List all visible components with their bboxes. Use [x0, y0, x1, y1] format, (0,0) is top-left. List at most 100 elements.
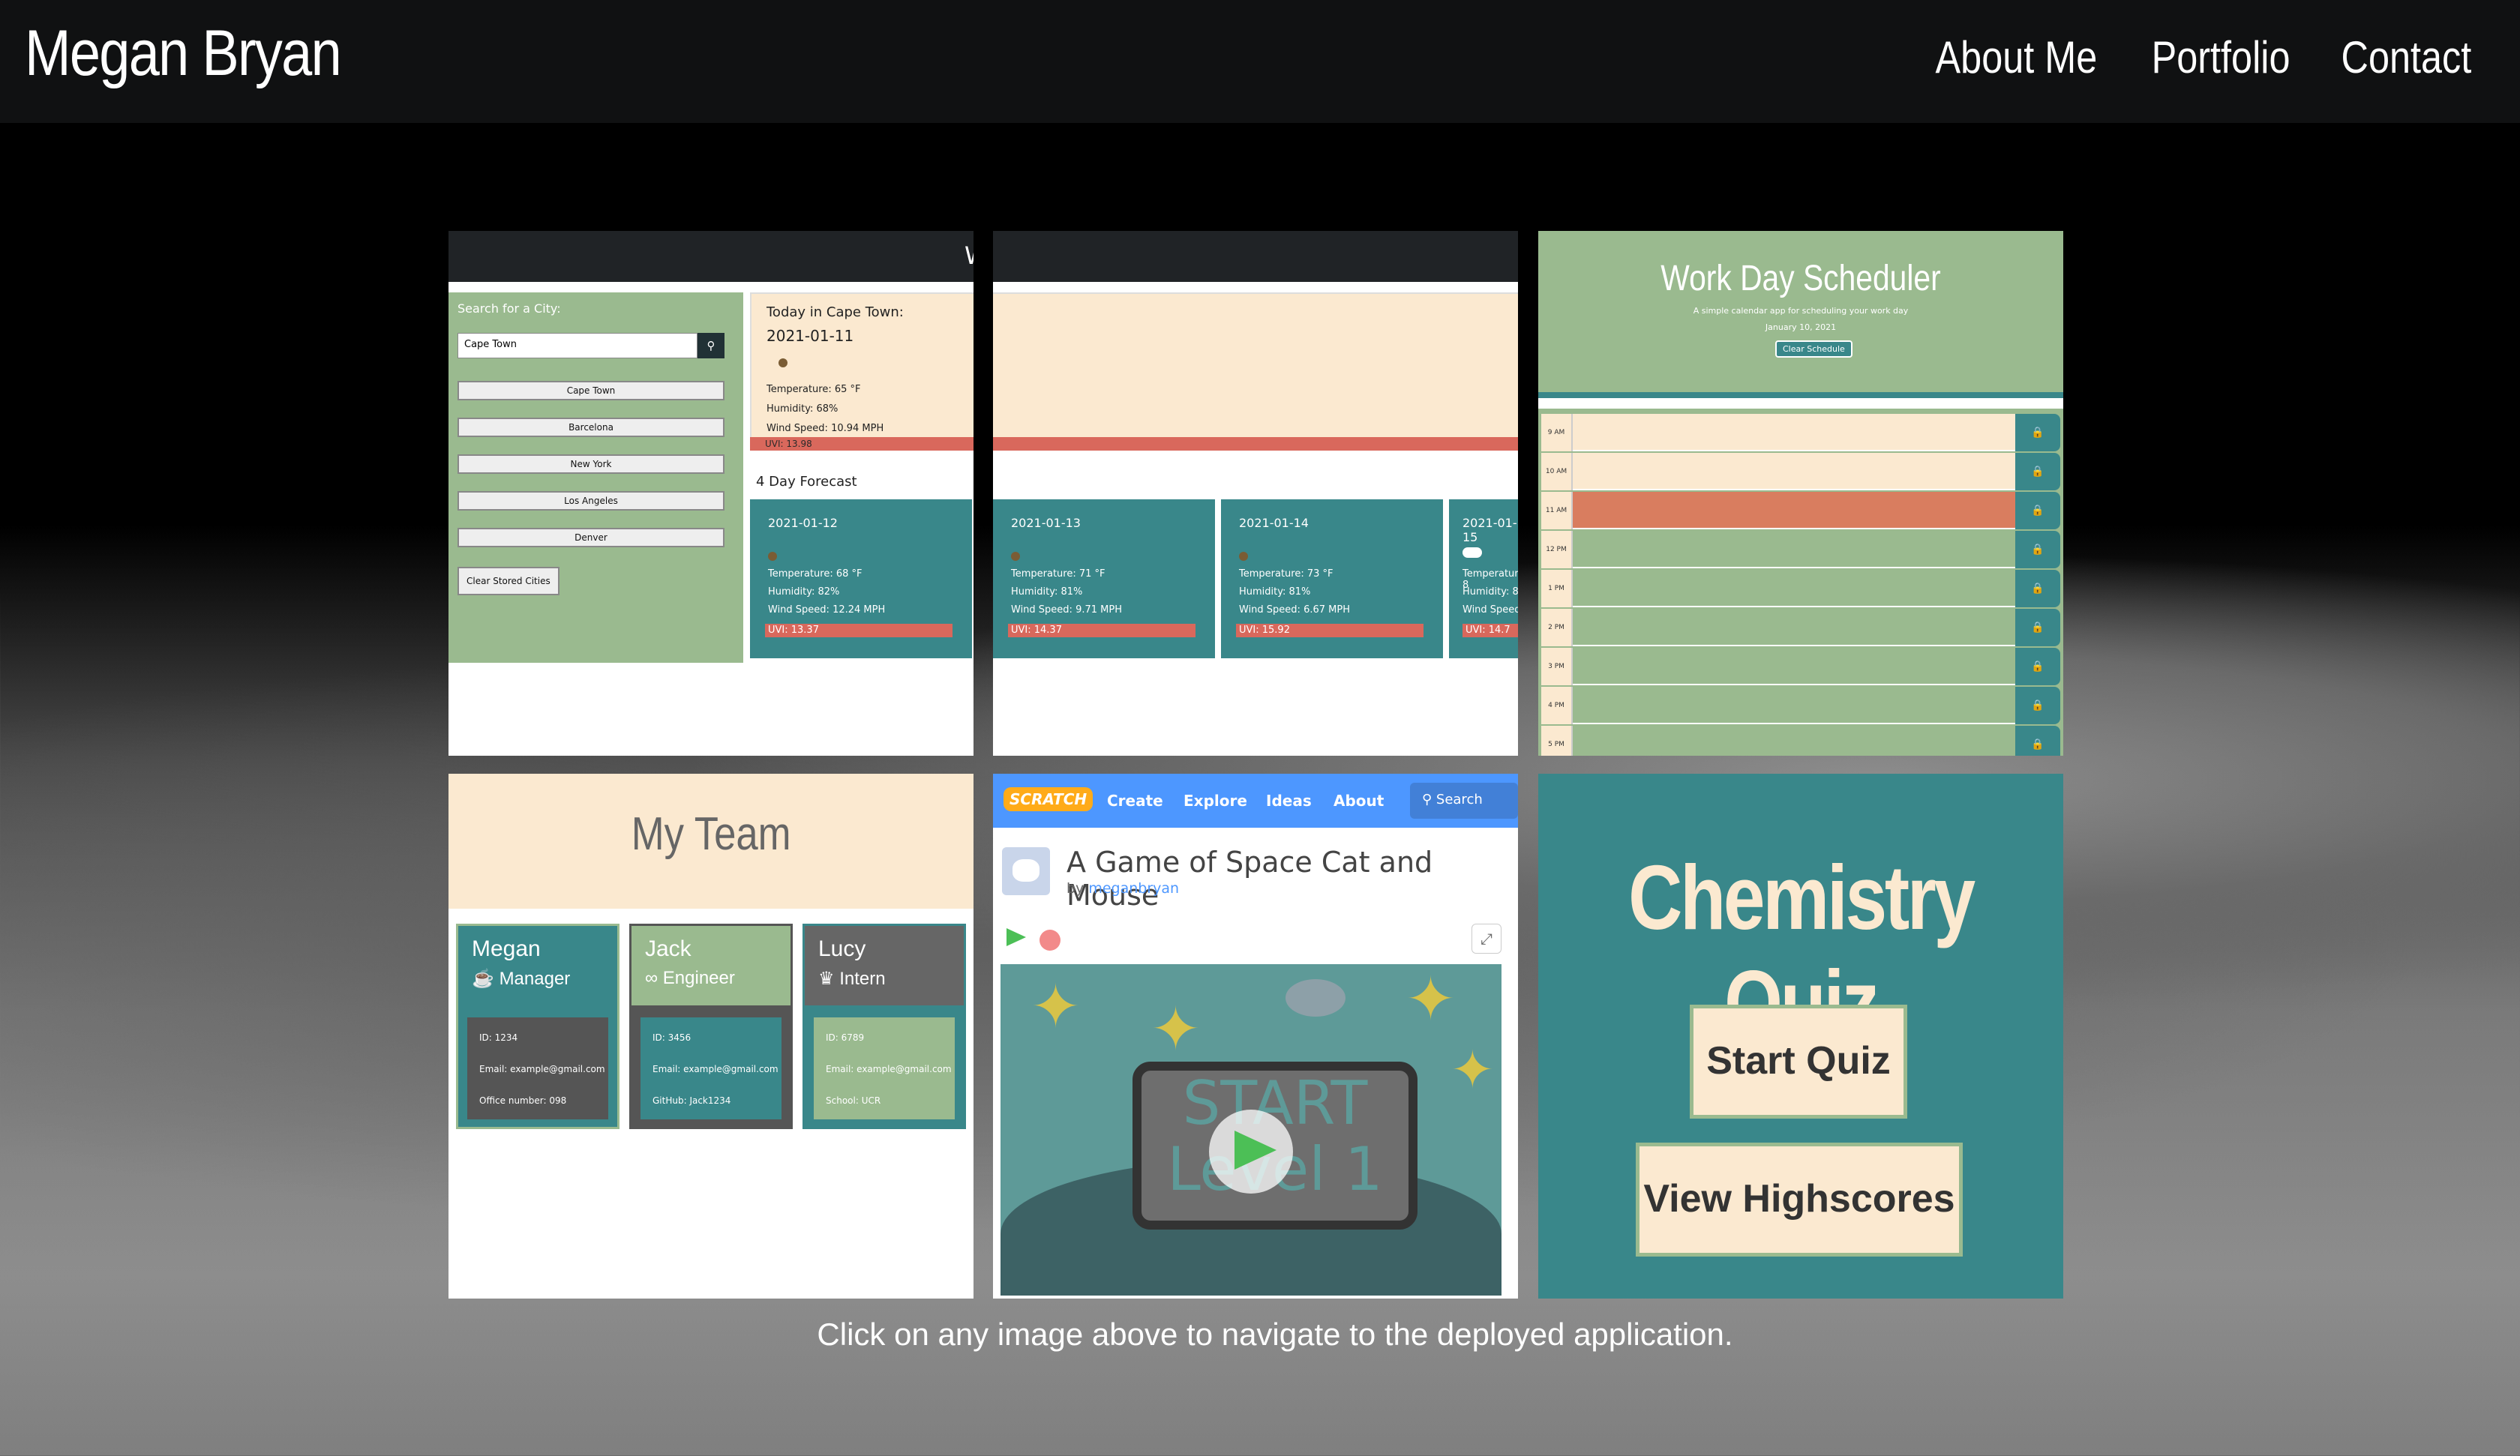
hour-label: 2 PM: [1541, 609, 1573, 646]
footer-hint: Click on any image above to navigate to …: [817, 1317, 1733, 1352]
search-icon: ⚲: [1422, 792, 1436, 807]
scratch-logo[interactable]: SCRATCH: [1004, 787, 1094, 811]
event-textarea[interactable]: [1573, 453, 2015, 490]
weather-icon: [1239, 552, 1248, 561]
today-date: 2021-01-11: [766, 327, 854, 345]
nav-create[interactable]: Create: [1107, 792, 1163, 810]
event-textarea[interactable]: [1573, 648, 2015, 685]
city-button[interactable]: New York: [458, 454, 724, 474]
lock-icon: 🔒: [2031, 700, 2044, 712]
forecast-uvi: UVI: 13.37: [765, 624, 952, 637]
event-textarea[interactable]: [1573, 531, 2015, 568]
forecast-temp: Temperature: 73 °F: [1239, 568, 1334, 580]
member-extra: School: UCR: [826, 1095, 881, 1106]
time-block: 2 PM 🔒: [1538, 609, 2063, 646]
site-title[interactable]: Megan Bryan: [25, 16, 342, 91]
lock-icon: 🔒: [2031, 738, 2044, 750]
stop-icon[interactable]: [1040, 930, 1060, 951]
member-role: ♛ Intern: [818, 969, 886, 989]
glasses-icon: ∞: [645, 968, 663, 988]
green-flag-icon[interactable]: [1006, 928, 1026, 946]
team-member-card: Megan ☕ Manager ID: 1234 Email: example@…: [456, 924, 620, 1129]
forecast-wind: Wind Speed:: [1462, 604, 1518, 616]
member-email[interactable]: Email: example@gmail.com: [826, 1064, 952, 1074]
time-block: 11 AM 🔒: [1538, 492, 2063, 529]
nav-links: About Me Portfolio Contact: [1920, 31, 2484, 83]
lock-icon: 🔒: [2031, 661, 2044, 673]
fullscreen-icon[interactable]: ⤢: [1472, 924, 1502, 954]
save-button[interactable]: 🔒: [2015, 648, 2060, 685]
scratch-game-card[interactable]: SCRATCH Create Explore Ideas About ⚲ Sea…: [993, 774, 1518, 1299]
weather-dashboard-card-right[interactable]: 2021-01-13 Temperature: 71 °F Humidity: …: [993, 231, 1518, 756]
green-flag-overlay[interactable]: [1209, 1110, 1293, 1194]
star-icon: ✦: [1030, 972, 1082, 1041]
event-textarea[interactable]: [1573, 609, 2015, 646]
scheduler-header: Work Day Scheduler A simple calendar app…: [1538, 231, 2063, 392]
nav-contact[interactable]: Contact: [2342, 31, 2472, 83]
forecast-card: 2021-01-14 Temperature: 73 °F Humidity: …: [1221, 499, 1443, 658]
game-stage[interactable]: ✦ ✦ ✦ ✦ START Level 1: [1000, 964, 1502, 1296]
chemistry-quiz-card[interactable]: Chemistry Quiz Start Quiz View Highscore…: [1538, 774, 2063, 1299]
event-textarea[interactable]: [1573, 687, 2015, 724]
my-team-card[interactable]: My Team Megan ☕ Manager ID: 1234 Email: …: [448, 774, 974, 1299]
coffee-icon: ☕: [472, 969, 500, 989]
member-extra[interactable]: GitHub: Jack1234: [652, 1095, 730, 1106]
weather-dashboard-card-left[interactable]: Weather Dashboard Search for a City: Cap…: [448, 231, 974, 756]
search-button[interactable]: ⚲: [698, 333, 724, 358]
save-button[interactable]: 🔒: [2015, 531, 2060, 568]
search-label: Search for a City:: [458, 301, 561, 316]
save-button[interactable]: 🔒: [2015, 492, 2060, 529]
scratch-search[interactable]: ⚲ Search: [1410, 783, 1518, 819]
lock-icon: 🔒: [2031, 583, 2044, 595]
member-id: ID: 3456: [652, 1032, 692, 1043]
member-email[interactable]: Email: example@gmail.com: [652, 1064, 778, 1074]
city-button[interactable]: Cape Town: [458, 381, 724, 400]
clear-cities-button[interactable]: Clear Stored Cities: [458, 567, 560, 595]
city-button[interactable]: Denver: [458, 528, 724, 547]
save-button[interactable]: 🔒: [2015, 570, 2060, 607]
hour-label: 11 AM: [1541, 492, 1573, 529]
nav-about-me[interactable]: About Me: [1936, 31, 2098, 83]
lock-icon: 🔒: [2031, 466, 2044, 478]
nav-about[interactable]: About: [1334, 792, 1384, 810]
city-button[interactable]: Los Angeles: [458, 491, 724, 511]
member-info: ID: 1234 Email: example@gmail.com Office…: [467, 1017, 608, 1119]
hour-label: 5 PM: [1541, 726, 1573, 756]
member-id: ID: 6789: [826, 1032, 865, 1043]
start-quiz-button[interactable]: Start Quiz: [1690, 1005, 1907, 1119]
star-icon: ✦: [1406, 964, 1456, 1034]
author-link[interactable]: meganbryan: [1088, 880, 1179, 897]
lock-icon: 🔒: [2031, 544, 2044, 556]
save-button[interactable]: 🔒: [2015, 687, 2060, 724]
header-divider: [1538, 392, 2063, 398]
save-button[interactable]: 🔒: [2015, 414, 2060, 451]
event-textarea[interactable]: [1573, 492, 2015, 529]
hour-label: 4 PM: [1541, 687, 1573, 724]
view-highscores-button[interactable]: View Highscores: [1636, 1143, 1963, 1257]
event-textarea[interactable]: [1573, 726, 2015, 756]
city-search-input[interactable]: Cape Town: [458, 333, 698, 358]
nav-ideas[interactable]: Ideas: [1266, 792, 1312, 810]
save-button[interactable]: 🔒: [2015, 726, 2060, 756]
clear-schedule-button[interactable]: Clear Schedule: [1775, 340, 1852, 358]
event-textarea[interactable]: [1573, 414, 2015, 451]
time-block: 3 PM 🔒: [1538, 648, 2063, 685]
cloud-icon: [1462, 547, 1482, 558]
work-day-scheduler-card[interactable]: Work Day Scheduler A simple calendar app…: [1538, 231, 2063, 756]
time-block: 5 PM 🔒: [1538, 726, 2063, 756]
city-button[interactable]: Barcelona: [458, 418, 724, 437]
forecast-heading: 4 Day Forecast: [756, 474, 857, 490]
graduate-icon: ♛: [818, 969, 840, 989]
nav-explore[interactable]: Explore: [1184, 792, 1247, 810]
nav-portfolio[interactable]: Portfolio: [2152, 31, 2290, 83]
star-icon: ✦: [1450, 1039, 1495, 1101]
forecast-date: 2021-01-13: [1011, 516, 1081, 530]
time-block: 4 PM 🔒: [1538, 687, 2063, 724]
save-button[interactable]: 🔒: [2015, 609, 2060, 646]
member-email[interactable]: Email: example@gmail.com: [479, 1064, 605, 1074]
save-button[interactable]: 🔒: [2015, 453, 2060, 490]
member-role: ☕ Manager: [472, 969, 571, 989]
search-icon: ⚲: [706, 339, 716, 352]
event-textarea[interactable]: [1573, 570, 2015, 607]
today-heading: Today in Cape Town:: [766, 304, 904, 320]
